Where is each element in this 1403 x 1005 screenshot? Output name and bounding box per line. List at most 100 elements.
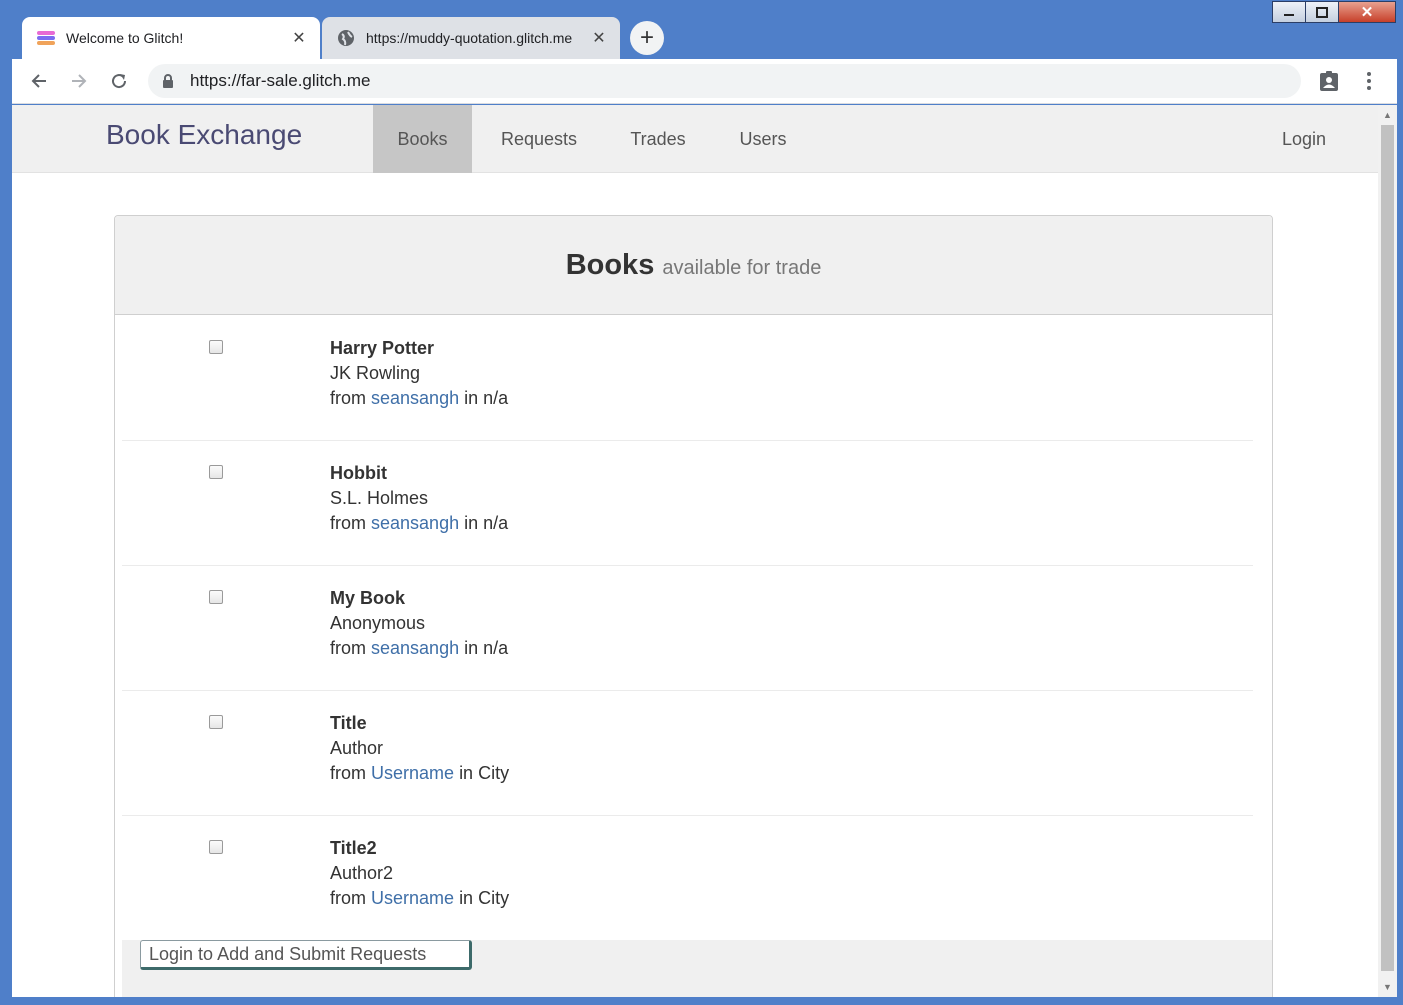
glitch-logo-icon <box>36 28 56 48</box>
in-label: in <box>459 763 474 783</box>
extension-button[interactable] <box>1314 66 1344 96</box>
menu-button[interactable] <box>1354 66 1384 96</box>
book-checkbox[interactable] <box>209 465 223 479</box>
book-list: Harry Potter JK Rowling from seansangh i… <box>122 316 1253 941</box>
panel-subtitle: available for trade <box>662 256 822 279</box>
minimize-icon <box>1284 14 1294 16</box>
book-title: Harry Potter <box>330 338 435 358</box>
book-location: n/a <box>483 513 509 533</box>
book-info: My Book Anonymous from seansangh in n/a <box>330 586 508 661</box>
arrow-right-icon <box>72 74 87 88</box>
more-vert-icon <box>1367 72 1371 90</box>
globe-icon <box>336 28 356 48</box>
new-tab-button[interactable]: + <box>630 21 664 55</box>
in-label: in <box>459 888 474 908</box>
nav-login[interactable]: Login <box>1264 105 1344 173</box>
book-author: JK Rowling <box>330 363 421 383</box>
book-location: n/a <box>483 638 509 658</box>
tab-close-icon[interactable]: ✕ <box>590 28 608 48</box>
books-panel: Books available for trade Harry Potter JK… <box>114 215 1273 997</box>
book-owner-line: from seansangh in n/a <box>330 386 508 411</box>
owner-link[interactable]: seansangh <box>371 388 459 408</box>
nav-trades[interactable]: Trades <box>612 105 704 173</box>
book-checkbox[interactable] <box>209 590 223 604</box>
minimize-button[interactable] <box>1272 1 1306 23</box>
from-label: from <box>330 388 366 408</box>
back-button[interactable] <box>24 66 54 96</box>
vertical-scrollbar[interactable]: ▲ ▼ <box>1378 105 1397 997</box>
panel-heading: Books available for trade <box>115 216 1272 315</box>
book-item: Title2 Author2 from Username in City <box>122 816 1253 941</box>
tab-welcome-to-glitch[interactable]: Welcome to Glitch! ✕ <box>22 17 320 59</box>
book-info: Title Author from Username in City <box>330 711 509 786</box>
book-title: Title <box>330 713 367 733</box>
book-info: Harry Potter JK Rowling from seansangh i… <box>330 336 508 411</box>
book-title: Hobbit <box>330 463 387 483</box>
book-owner-line: from Username in City <box>330 761 509 786</box>
tab-title: Welcome to Glitch! <box>66 30 184 46</box>
book-owner-line: from seansangh in n/a <box>330 511 508 536</box>
book-item: Title Author from Username in City <box>122 691 1253 816</box>
book-location: City <box>478 763 510 783</box>
maximize-icon <box>1316 6 1328 18</box>
book-title: Title2 <box>330 838 377 858</box>
reload-icon <box>112 74 127 89</box>
page-viewport: Book Exchange Books Requests Trades User… <box>12 105 1397 997</box>
book-location: City <box>478 888 510 908</box>
book-author: S.L. Holmes <box>330 488 429 508</box>
in-label: in <box>464 513 479 533</box>
window-controls: ✕ <box>1272 1 1396 23</box>
book-checkbox[interactable] <box>209 715 223 729</box>
forward-button[interactable] <box>64 66 94 96</box>
book-owner-line: from seansangh in n/a <box>330 636 508 661</box>
tab-title: https://muddy-quotation.glitch.me <box>366 30 573 46</box>
book-title: My Book <box>330 588 406 608</box>
owner-link[interactable]: seansangh <box>371 513 459 533</box>
panel-footer: Login to Add and Submit Requests <box>122 940 1272 997</box>
in-label: in <box>464 638 479 658</box>
book-item: Harry Potter JK Rowling from seansangh i… <box>122 316 1253 441</box>
nav-books[interactable]: Books <box>373 105 472 173</box>
window-frame: ✕ Welcome to Glitch! ✕ https://muddy-quo… <box>0 0 1403 1005</box>
plus-icon: + <box>639 24 654 51</box>
book-checkbox[interactable] <box>209 840 223 854</box>
from-label: from <box>330 638 366 658</box>
panel-title: Books available for trade <box>566 249 822 282</box>
url-text: https://far-sale.glitch.me <box>190 71 371 90</box>
scroll-thumb[interactable] <box>1381 125 1394 971</box>
book-location: n/a <box>483 388 509 408</box>
login-submit-button[interactable]: Login to Add and Submit Requests <box>140 940 472 970</box>
book-owner-line: from Username in City <box>330 886 509 911</box>
owner-link[interactable]: Username <box>371 763 454 783</box>
arrow-left-icon <box>31 74 46 88</box>
scroll-down-icon[interactable]: ▼ <box>1378 979 1397 995</box>
panel-title-text: Books <box>565 248 655 281</box>
owner-link[interactable]: Username <box>371 888 454 908</box>
browser-toolbar: https://far-sale.glitch.me <box>12 59 1397 104</box>
book-author: Anonymous <box>330 613 426 633</box>
owner-link[interactable]: seansangh <box>371 638 459 658</box>
window-close-button[interactable]: ✕ <box>1338 1 1396 23</box>
from-label: from <box>330 888 366 908</box>
nav-requests[interactable]: Requests <box>482 105 596 173</box>
site-navbar: Book Exchange Books Requests Trades User… <box>12 105 1378 173</box>
address-bar[interactable]: https://far-sale.glitch.me <box>148 64 1301 98</box>
brand-title[interactable]: Book Exchange <box>106 119 302 151</box>
from-label: from <box>330 763 366 783</box>
book-checkbox[interactable] <box>209 340 223 354</box>
scroll-up-icon[interactable]: ▲ <box>1378 107 1397 123</box>
tab-muddy-quotation[interactable]: https://muddy-quotation.glitch.me ✕ <box>322 17 620 59</box>
window-close-icon: ✕ <box>1360 4 1374 21</box>
book-author: Author <box>330 738 384 758</box>
id-badge-icon <box>1320 71 1338 91</box>
book-info: Hobbit S.L. Holmes from seansangh in n/a <box>330 461 508 536</box>
tab-close-icon[interactable]: ✕ <box>290 28 308 48</box>
reload-button[interactable] <box>104 66 134 96</box>
lock-icon <box>162 74 178 88</box>
from-label: from <box>330 513 366 533</box>
book-info: Title2 Author2 from Username in City <box>330 836 509 911</box>
book-item: Hobbit S.L. Holmes from seansangh in n/a <box>122 441 1253 566</box>
book-item: My Book Anonymous from seansangh in n/a <box>122 566 1253 691</box>
maximize-button[interactable] <box>1305 1 1339 23</box>
nav-users[interactable]: Users <box>722 105 804 173</box>
